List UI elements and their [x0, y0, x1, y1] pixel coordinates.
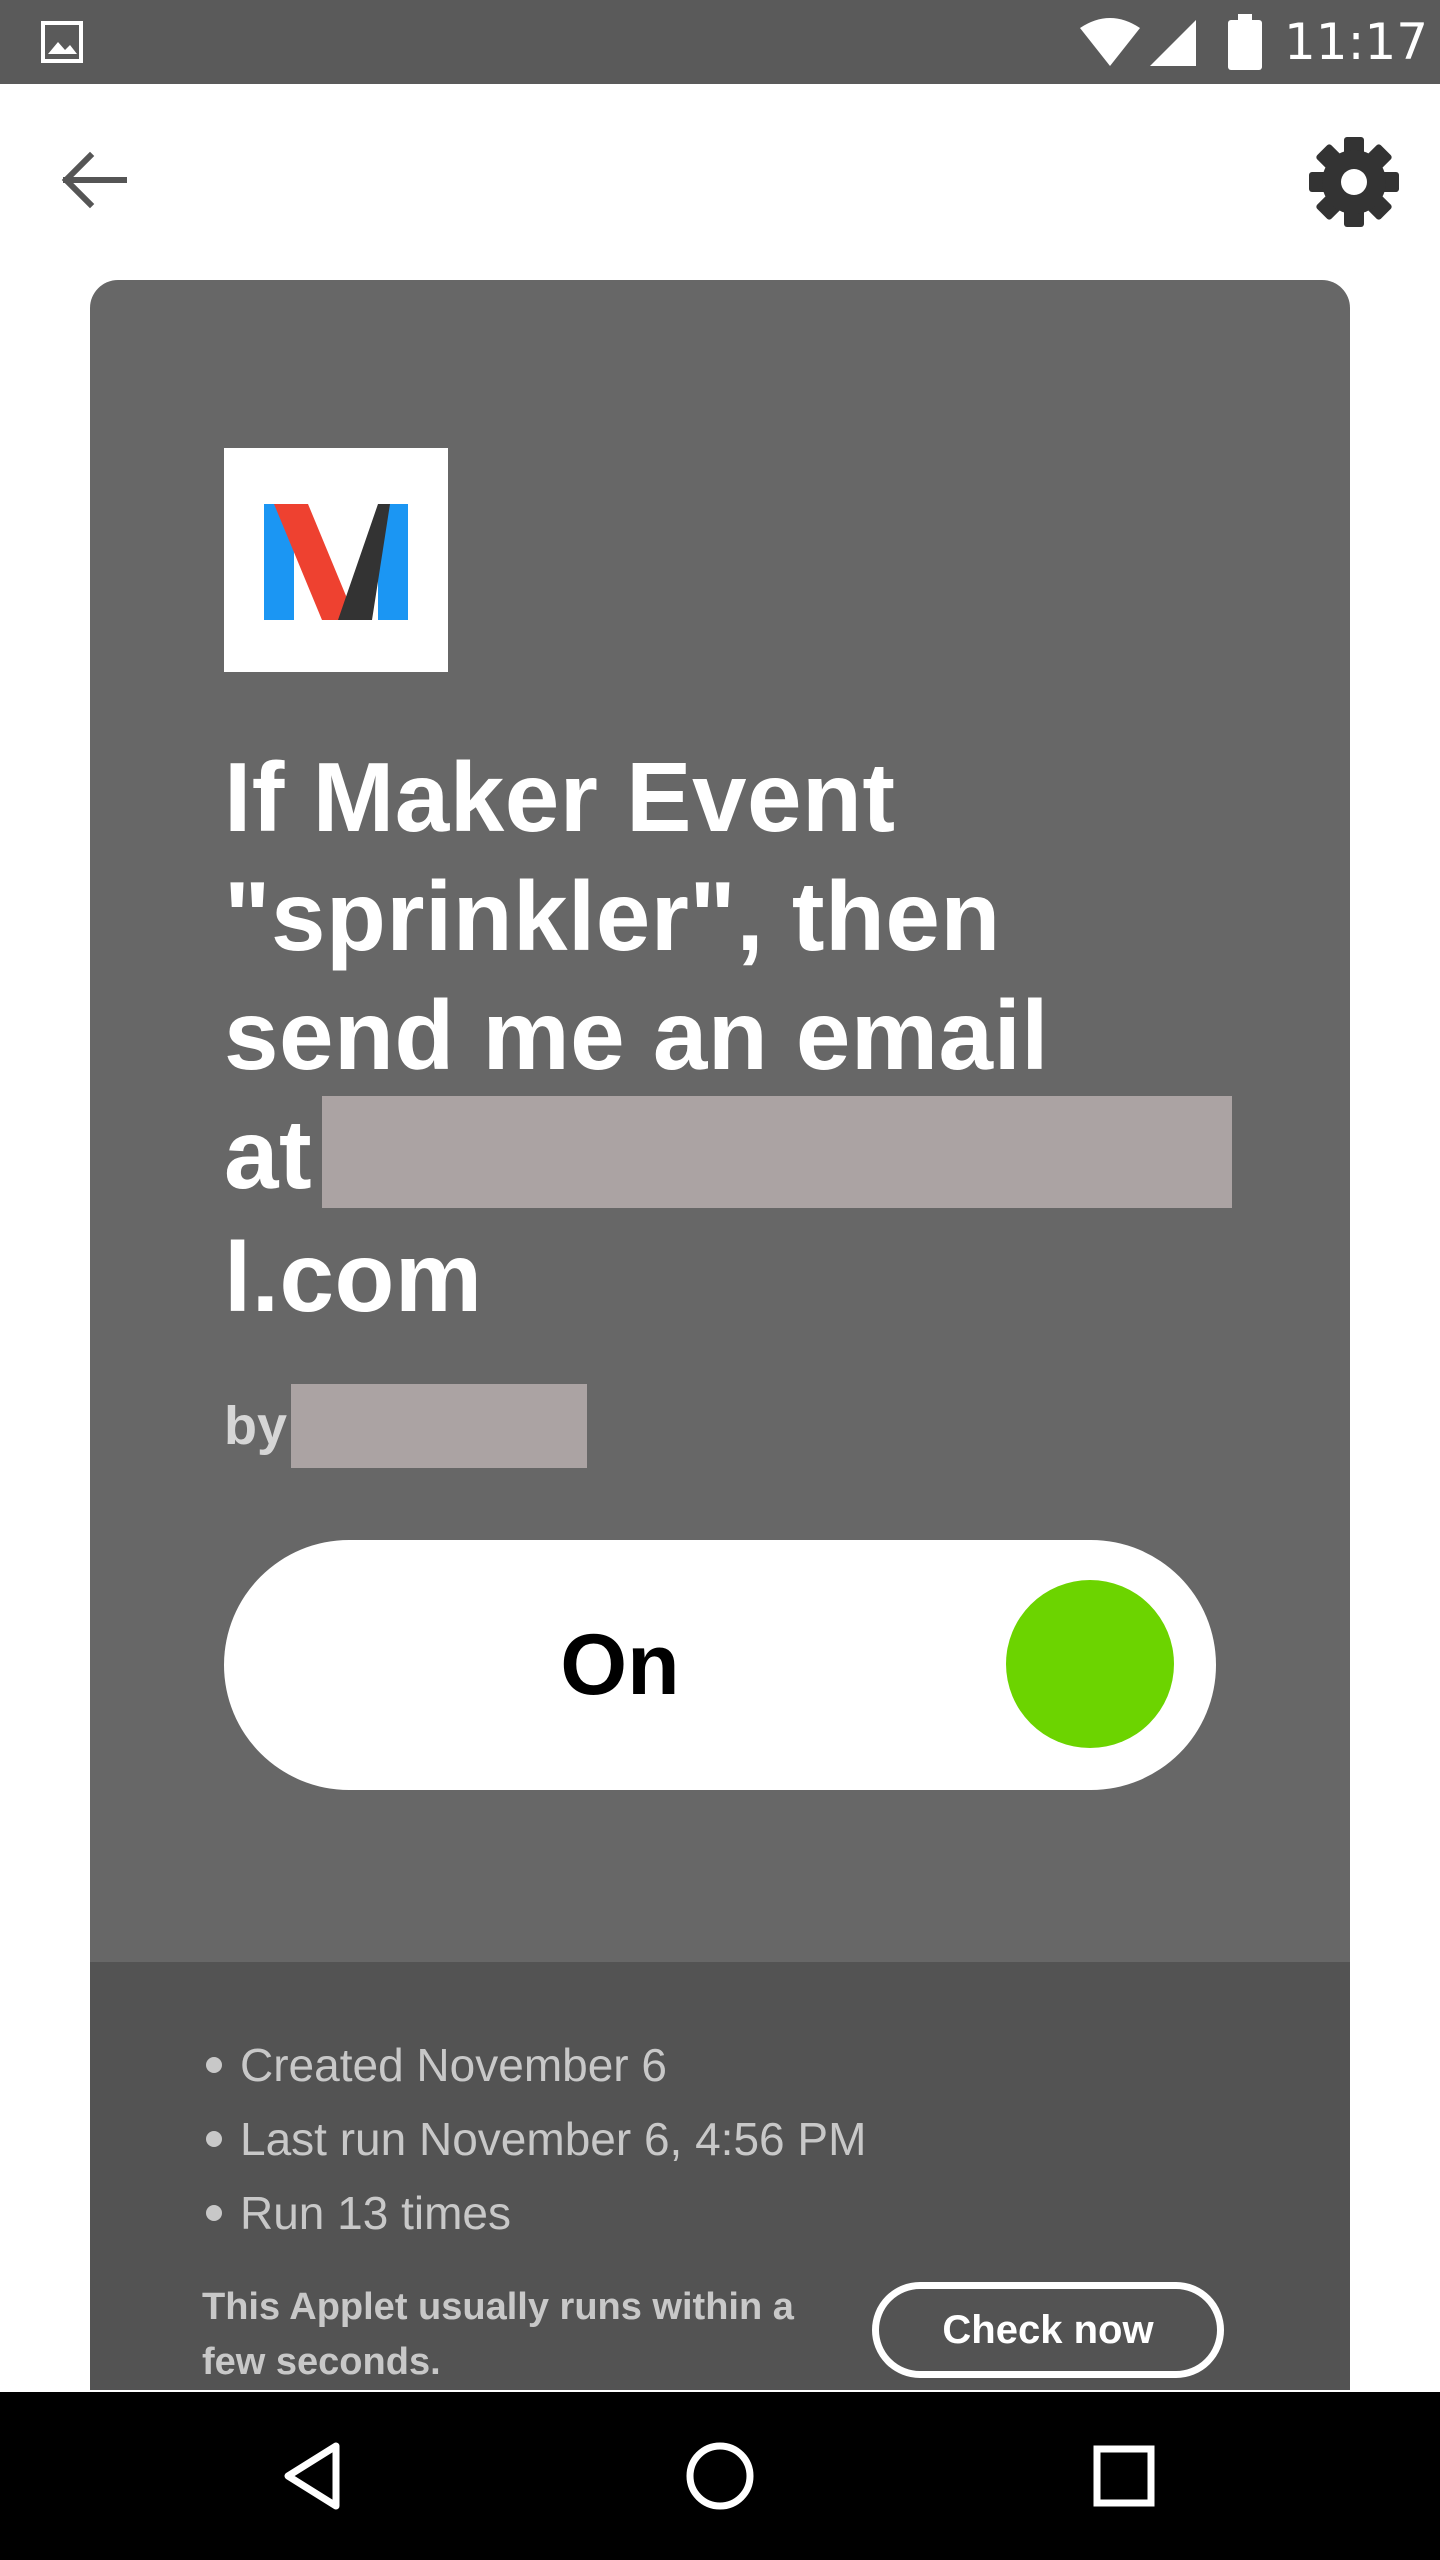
- maker-logo: [224, 448, 448, 672]
- author-prefix: by: [224, 1396, 288, 1456]
- toggle-knob[interactable]: [1006, 1580, 1174, 1748]
- nav-back-button[interactable]: [272, 2432, 360, 2520]
- title-line: send me an email: [224, 980, 1050, 1090]
- recents-square-icon: [1093, 2445, 1155, 2507]
- title-line: "sprinkler", then: [224, 861, 1001, 971]
- signal-icon: [1150, 20, 1196, 66]
- info-last-run: Last run November 6, 4:56 PM: [202, 2102, 866, 2176]
- settings-button[interactable]: [1308, 136, 1400, 228]
- title-line: at: [224, 1095, 1264, 1218]
- status-bar: 11:17: [0, 0, 1440, 84]
- status-clock: 11:17: [1284, 13, 1429, 71]
- arrow-left-icon: [61, 151, 127, 209]
- maker-logo-icon: [264, 504, 408, 620]
- title-at-prefix: at: [224, 1099, 313, 1209]
- redacted-author: [291, 1384, 588, 1468]
- applet-title: If Maker Event "sprinkler", then send me…: [224, 738, 1264, 1337]
- applet-on-toggle[interactable]: On: [224, 1540, 1216, 1790]
- gallery-icon: [41, 21, 83, 63]
- check-now-button[interactable]: Check now: [872, 2282, 1224, 2378]
- battery-icon: [1228, 14, 1262, 70]
- gear-icon: [1309, 137, 1399, 227]
- back-triangle-icon: [284, 2442, 340, 2510]
- wifi-icon: [1080, 18, 1140, 66]
- navigation-bar: [0, 2392, 1440, 2560]
- home-circle-icon: [686, 2442, 754, 2510]
- title-line: If Maker Event: [224, 742, 896, 852]
- nav-home-button[interactable]: [676, 2432, 764, 2520]
- toggle-label: On: [560, 1617, 680, 1713]
- applet-author: by: [224, 1384, 588, 1468]
- applet-card: If Maker Event "sprinkler", then send me…: [90, 280, 1350, 2390]
- applet-details: Created November 6 Last run November 6, …: [90, 1962, 1350, 2390]
- info-run-count: Run 13 times: [202, 2176, 866, 2250]
- applet-info-list: Created November 6 Last run November 6, …: [202, 2028, 866, 2250]
- back-button[interactable]: [60, 148, 132, 212]
- redacted-email: [322, 1096, 1233, 1209]
- nav-recents-button[interactable]: [1080, 2432, 1168, 2520]
- title-line: l.com: [224, 1222, 483, 1333]
- speed-note: This Applet usually runs within a few se…: [202, 2286, 794, 2383]
- info-created: Created November 6: [202, 2028, 866, 2102]
